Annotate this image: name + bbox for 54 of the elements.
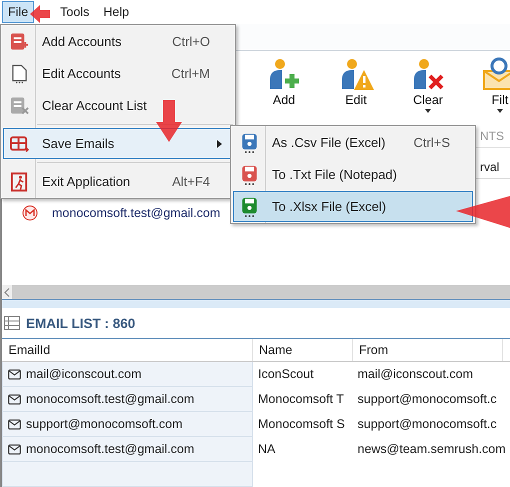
- table-cell: Monocomsoft T: [252, 386, 352, 412]
- envelope-icon: [8, 418, 21, 430]
- ribbon-button[interactable]: Filt: [464, 57, 510, 113]
- table-cell: support@monocomsoft.com: [26, 417, 183, 431]
- menu-item[interactable]: To .Txt File (Notepad): [233, 159, 473, 190]
- ribbon-button[interactable]: Edit: [320, 57, 392, 113]
- envelope-icon: [8, 444, 21, 454]
- splitter-bar[interactable]: [2, 299, 510, 308]
- menu-item[interactable]: Exit Application Alt+F4: [3, 166, 233, 197]
- list-icon: [4, 316, 20, 330]
- ribbon-button[interactable]: Add: [248, 57, 320, 113]
- horizontal-scrollbar[interactable]: [2, 285, 510, 299]
- column-header: rval: [480, 159, 500, 176]
- column-header: From: [352, 339, 502, 362]
- group-label: NTS: [480, 129, 505, 143]
- floppy-disk-icon: [240, 164, 258, 184]
- floppy-disk-icon: [240, 132, 258, 152]
- menu-item[interactable]: To .Xlsx File (Excel): [233, 191, 473, 222]
- annotation-arrow: [456, 196, 510, 228]
- table-cell: monocomsoft.test@gmail.com: [26, 392, 194, 406]
- envelope-icon: [8, 368, 21, 380]
- menu-item[interactable]: Add Accounts Ctrl+O: [3, 26, 233, 57]
- table-cell: mail@iconscout.com: [352, 362, 502, 386]
- menu-item[interactable]: Edit Accounts Ctrl+M: [3, 58, 233, 89]
- table-cell: Monocomsoft S: [252, 412, 352, 436]
- submenu-arrow-icon: [217, 140, 222, 148]
- account-email: monocomsoft.test@gmail.com: [52, 206, 220, 220]
- exit-door-icon: [10, 172, 28, 192]
- column-header: EmailId: [2, 339, 252, 362]
- list-x-icon: [10, 96, 28, 116]
- menu-item[interactable]: As .Csv File (Excel) Ctrl+S: [233, 127, 473, 158]
- ribbon-button[interactable]: Clear: [392, 57, 464, 113]
- chevron-left-icon[interactable]: [4, 288, 10, 296]
- table-cell-text: support@monocomsoft.c: [356, 391, 498, 408]
- annotation-arrow: [30, 5, 50, 23]
- column-header: Name: [252, 339, 352, 362]
- floppy-disk-icon: [240, 196, 258, 216]
- document-icon: [10, 64, 28, 84]
- annotation-arrow: [156, 100, 182, 142]
- table-cell-text: news@team.semrush.com: [356, 441, 502, 458]
- menu-item[interactable]: Save Emails: [3, 128, 233, 159]
- table-cell: IconScout: [252, 362, 352, 386]
- table-cell: mail@iconscout.com: [26, 367, 142, 381]
- menu-item[interactable]: Tools: [54, 1, 96, 23]
- menu-item[interactable]: Help: [97, 1, 136, 23]
- envelope-icon: [8, 394, 21, 404]
- table-cell: monocomsoft.test@gmail.com: [26, 442, 194, 456]
- menu-item[interactable]: File: [2, 1, 34, 23]
- email-list-title: EMAIL LIST : 860: [26, 316, 136, 330]
- list-plus-icon: [10, 32, 28, 52]
- menu-item[interactable]: Clear Account List: [3, 90, 233, 121]
- table-cell-text: support@monocomsoft.c: [356, 416, 498, 433]
- table-arrow-icon: [10, 134, 28, 154]
- table-cell: NA: [252, 436, 352, 462]
